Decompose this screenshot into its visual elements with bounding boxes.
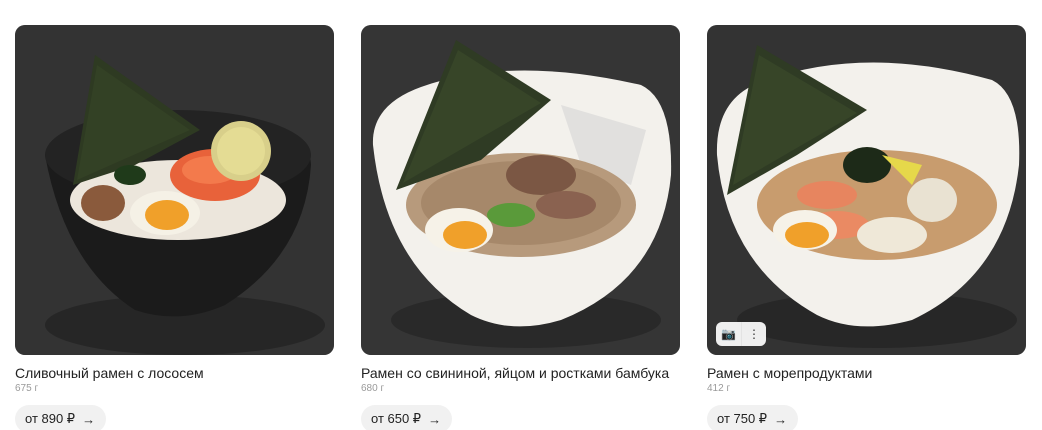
product-title[interactable]: Сливочный рамен с лососем [15,365,334,382]
price-label: от 750 ₽ [717,411,768,426]
price-button[interactable]: от 890 ₽ → [15,405,107,430]
product-title[interactable]: Рамен с морепродуктами [707,365,1026,382]
product-weight: 412 г [707,383,731,394]
arrow-right-icon: → [774,411,788,427]
product-photo[interactable] [361,25,680,355]
salmon-ramen-image [15,25,334,355]
seafood-ramen-image [707,25,1026,355]
product-card-pork-ramen[interactable]: Рамен со свининой, яйцом и ростками бамб… [361,25,680,430]
product-photo[interactable]: 📷 ⋮ [707,25,1026,355]
pork-ramen-image [361,25,680,355]
price-label: от 650 ₽ [371,411,422,426]
photo-toolbar: 📷 ⋮ [716,322,766,346]
product-weight: 675 г [15,383,39,394]
price-label: от 890 ₽ [25,411,76,426]
product-card-salmon-ramen[interactable]: Сливочный рамен с лососем 675 г от 890 ₽… [15,25,334,430]
price-button[interactable]: от 750 ₽ → [707,405,799,430]
product-grid: Сливочный рамен с лососем 675 г от 890 ₽… [0,0,1042,430]
more-options-icon[interactable]: ⋮ [741,322,766,346]
product-weight: 680 г [361,383,385,394]
arrow-right-icon: → [428,411,442,427]
arrow-right-icon: → [82,411,96,427]
product-title[interactable]: Рамен со свининой, яйцом и ростками бамб… [361,365,680,382]
price-button[interactable]: от 650 ₽ → [361,405,453,430]
product-photo[interactable] [15,25,334,355]
product-card-seafood-ramen[interactable]: 📷 ⋮ Рамен с морепродуктами 412 г от 750 … [707,25,1026,430]
camera-icon[interactable]: 📷 [716,322,741,346]
